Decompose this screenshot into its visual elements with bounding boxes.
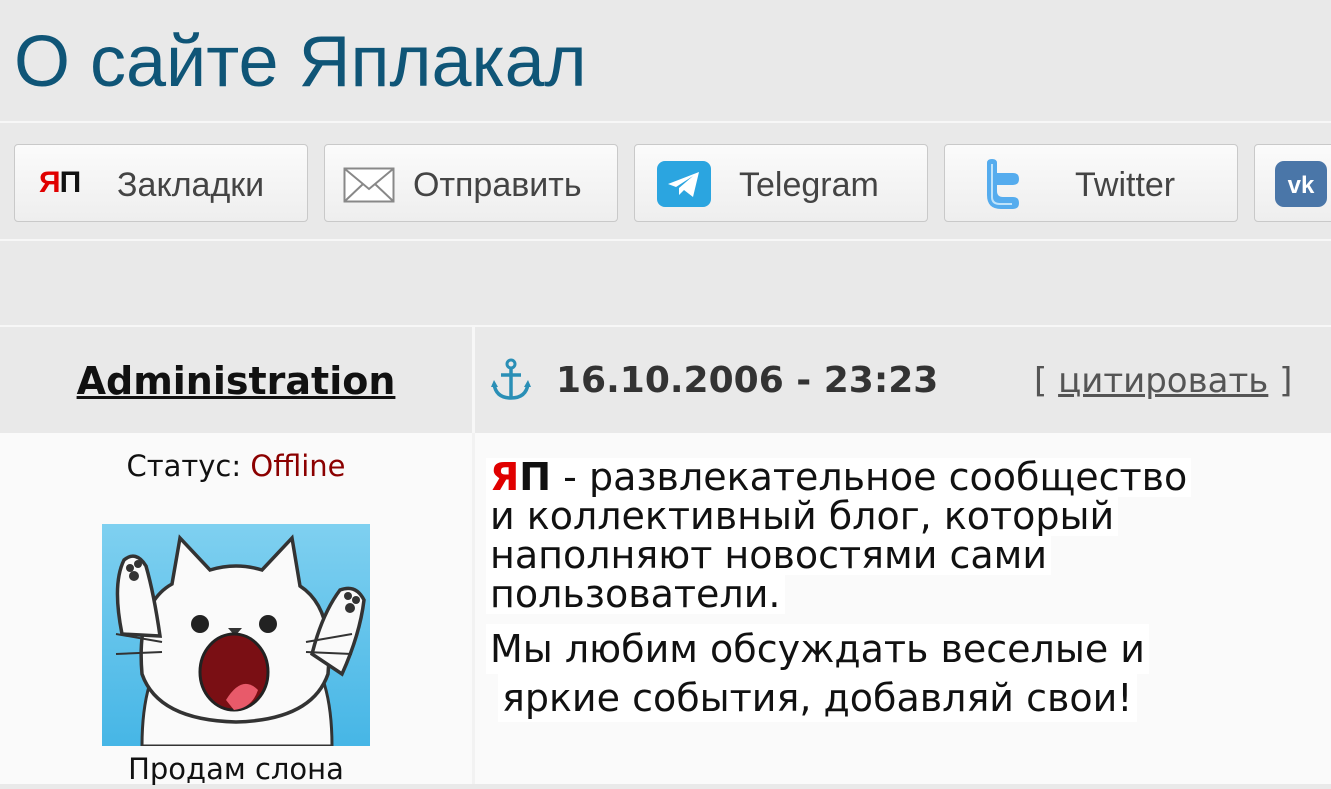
yp-logo-icon: ЯП — [39, 166, 81, 199]
column-divider — [472, 325, 475, 433]
post-text: ЯП - развлекательное сообщество и коллек… — [486, 458, 1286, 722]
post-line: яркие события, добавляй свои! — [498, 674, 1137, 722]
anchor-icon[interactable] — [490, 358, 532, 406]
send-label: Отправить — [413, 166, 582, 204]
post-line: пользователи. — [486, 575, 785, 614]
post-line: ЯП - развлекательное сообщество — [486, 455, 1192, 499]
post-line: и коллективный блог, который — [486, 497, 1119, 536]
user-status: Статус: Offline — [126, 449, 346, 483]
user-title: Продам слона — [128, 752, 344, 786]
brand-mark: ЯП — [490, 455, 552, 499]
twitter-button[interactable]: Twitter — [944, 144, 1238, 222]
twitter-icon — [979, 159, 1027, 218]
status-offline: Offline — [250, 449, 346, 483]
twitter-label: Twitter — [1075, 166, 1176, 204]
envelope-icon — [343, 167, 395, 212]
telegram-label: Telegram — [739, 166, 879, 204]
send-button[interactable]: Отправить — [324, 144, 618, 222]
post-header: Administration 16.10.2006 - 23:23 [ цити… — [0, 325, 1331, 433]
vk-icon: vk — [1275, 161, 1327, 216]
post-date: 16.10.2006 - 23:23 — [556, 360, 939, 401]
bookmarks-button[interactable]: ЯП Закладки — [14, 144, 308, 222]
vk-button[interactable]: vk — [1254, 144, 1331, 222]
post-line: Мы любим обсуждать веселые и — [486, 624, 1149, 674]
page-title: О сайте Яплакал — [14, 22, 587, 102]
column-divider — [472, 433, 475, 784]
telegram-button[interactable]: Telegram — [634, 144, 928, 222]
quote-link[interactable]: цитировать — [1058, 361, 1268, 401]
telegram-icon — [657, 161, 711, 216]
avatar[interactable] — [102, 524, 370, 748]
quote-action: [ цитировать ] — [1034, 361, 1293, 401]
svg-text:vk: vk — [1288, 172, 1315, 199]
author-name-link[interactable]: Administration — [0, 357, 472, 405]
post-line: наполняют новостями сами — [486, 536, 1052, 575]
share-bar: ЯП Закладки Отправить Telegram Twitter v… — [0, 121, 1331, 241]
bookmarks-label: Закладки — [117, 166, 265, 204]
